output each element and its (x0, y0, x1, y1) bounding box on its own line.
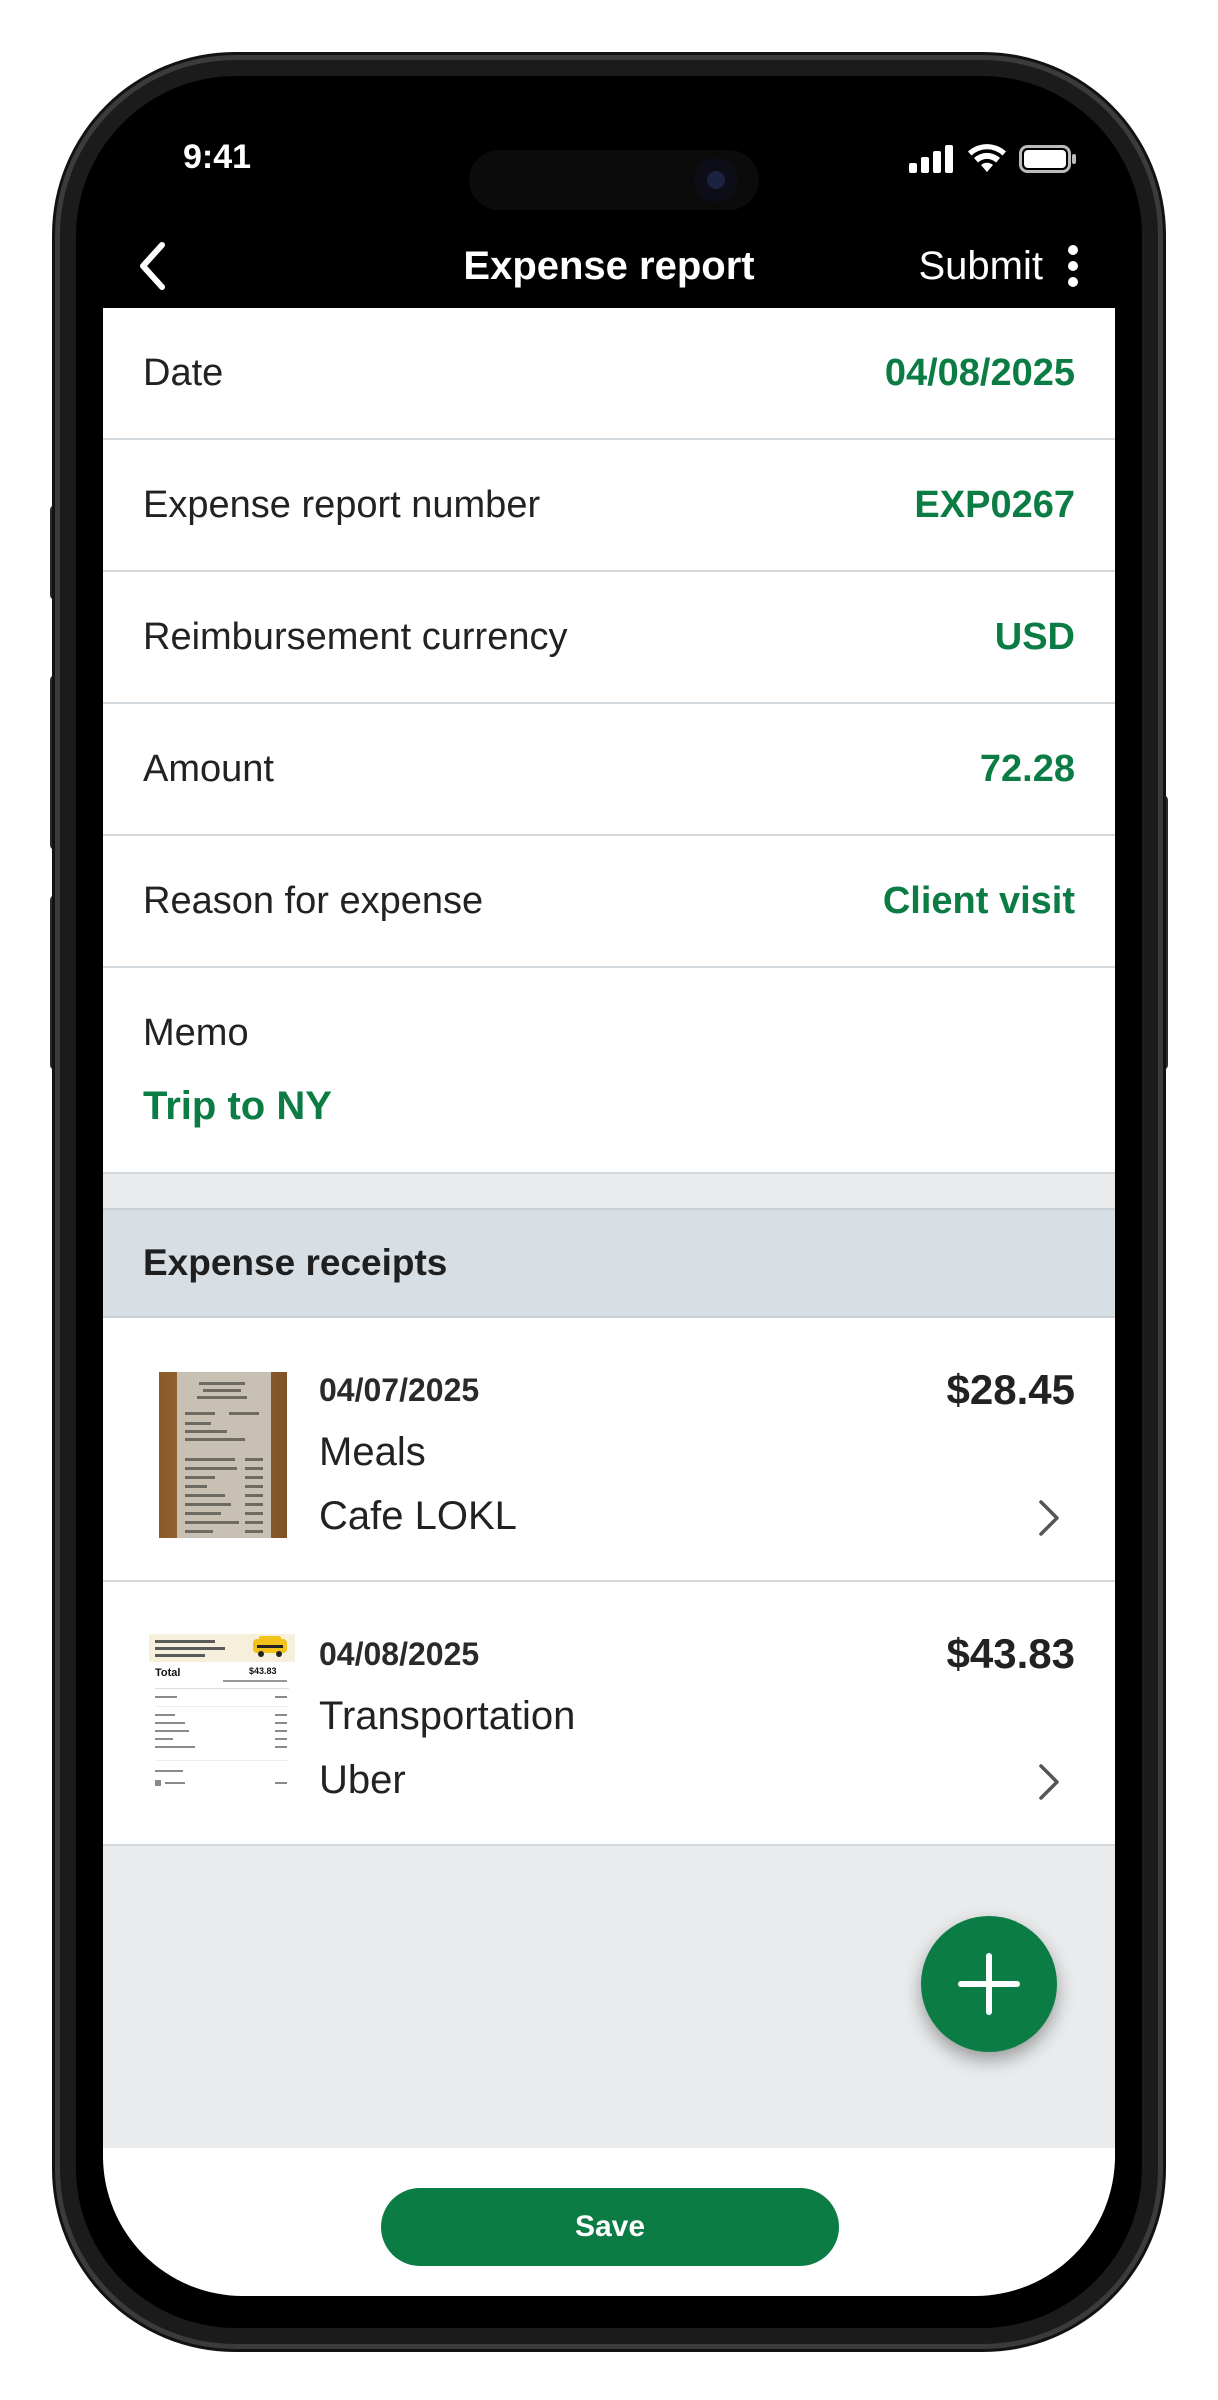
svg-text:$43.83: $43.83 (249, 1666, 277, 1676)
add-receipt-button[interactable] (921, 1916, 1057, 2052)
wifi-icon (968, 144, 1006, 172)
date-value[interactable]: 04/08/2025 (885, 352, 1075, 395)
power-button (1158, 795, 1168, 1070)
receipt-merchant: Cafe LOKL (319, 1494, 517, 1538)
receipt-date: 04/08/2025 (319, 1636, 480, 1672)
receipts-section-header: Expense receipts (103, 1210, 1115, 1318)
currency-label: Reimbursement currency (143, 616, 568, 658)
date-field[interactable]: Date 04/08/2025 (103, 308, 1115, 440)
chevron-right-icon (1039, 1764, 1059, 1800)
reason-label: Reason for expense (143, 880, 484, 922)
amount-field[interactable]: Amount 72.28 (103, 704, 1115, 836)
app-screen: 9:41 Expense report Submit Date 04/08/20… (103, 80, 1115, 2296)
save-button[interactable]: Save (381, 2188, 839, 2266)
status-icons (909, 144, 1077, 174)
cellular-signal-icon (909, 145, 953, 173)
memo-field[interactable]: Memo Trip to NY (103, 968, 1115, 1174)
receipts-section-title: Expense receipts (143, 1242, 448, 1283)
submit-button[interactable]: Submit (919, 244, 1044, 289)
amount-label: Amount (143, 748, 274, 790)
report-number-field[interactable]: Expense report number EXP0267 (103, 440, 1115, 572)
bottom-action-bar: Save (103, 2148, 1115, 2296)
svg-text:Total: Total (155, 1667, 180, 1679)
receipt-thumbnail (159, 1372, 287, 1538)
currency-field[interactable]: Reimbursement currency USD (103, 572, 1115, 704)
chevron-right-icon (1039, 1500, 1059, 1536)
nav-bar: Expense report Submit (103, 230, 1115, 308)
action-button (50, 505, 60, 600)
receipt-merchant: Uber (319, 1758, 406, 1802)
report-number-value[interactable]: EXP0267 (914, 484, 1075, 527)
date-label: Date (143, 352, 224, 394)
report-number-label: Expense report number (143, 484, 541, 526)
status-time: 9:41 (183, 138, 252, 176)
receipt-category: Meals (319, 1430, 426, 1474)
memo-label: Memo (143, 1012, 249, 1054)
receipt-list-item[interactable]: Total $43.83 04/08/2025 Transportation U… (103, 1582, 1115, 1846)
volume-up-button (50, 675, 60, 850)
currency-value[interactable]: USD (995, 616, 1075, 659)
plus-icon (958, 1953, 1020, 2015)
status-bar: 9:41 (103, 80, 1115, 230)
receipt-amount: $28.45 (946, 1366, 1075, 1413)
receipt-list-item[interactable]: 04/07/2025 Meals Cafe LOKL $28.45 (103, 1318, 1115, 1582)
receipt-category: Transportation (319, 1694, 576, 1738)
receipt-thumbnail: Total $43.83 (149, 1634, 295, 1792)
front-camera (694, 158, 738, 202)
reason-field[interactable]: Reason for expense Client visit (103, 836, 1115, 968)
form-content: Date 04/08/2025 Expense report number EX… (103, 308, 1115, 2148)
memo-value[interactable]: Trip to NY (143, 1084, 332, 1129)
device-mockup: 9:41 Expense report Submit Date 04/08/20… (0, 0, 1218, 2400)
amount-value[interactable]: 72.28 (980, 748, 1075, 791)
reason-value[interactable]: Client visit (883, 880, 1075, 923)
receipt-date: 04/07/2025 (319, 1372, 480, 1408)
vertical-ellipsis-icon (1068, 245, 1078, 287)
more-options-button[interactable] (1055, 236, 1091, 296)
volume-down-button (50, 895, 60, 1070)
section-spacer (103, 1174, 1115, 1210)
battery-icon (1019, 145, 1076, 173)
receipt-amount: $43.83 (946, 1630, 1075, 1677)
